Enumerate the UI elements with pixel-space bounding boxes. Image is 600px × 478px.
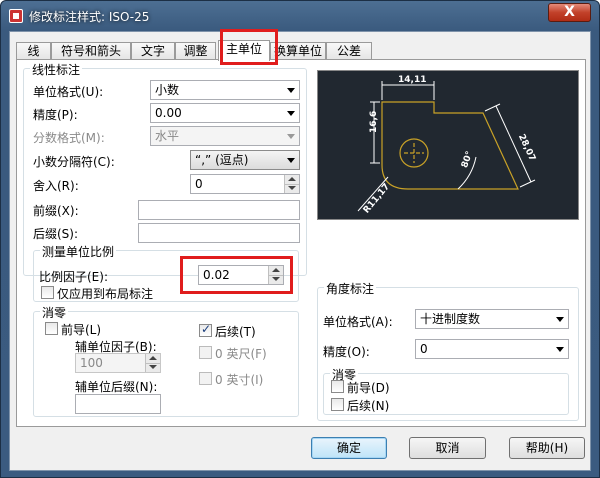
preview-dim-left: 16,6 — [369, 111, 379, 133]
fraction-format-dropdown[interactable]: 水平 — [150, 126, 300, 146]
scale-factor-label: 比例因子(E): — [39, 270, 108, 284]
trailing-zero-checkbox[interactable] — [199, 322, 212, 337]
chevron-down-icon — [287, 134, 295, 139]
angular-leading-label: 前导(D) — [347, 381, 390, 395]
round-off-label: 舍入(R): — [33, 179, 79, 193]
angular-unit-format-dropdown[interactable]: 十进制度数 — [415, 309, 569, 329]
prefix-input[interactable] — [138, 200, 300, 220]
tab-fit[interactable]: 调整 — [175, 42, 216, 60]
fraction-format-label: 分数格式(M): — [33, 131, 105, 145]
chevron-down-icon — [287, 88, 295, 93]
tab-alternate-units[interactable]: 换算单位 — [270, 42, 326, 60]
layout-only-label: 仅应用到布局标注 — [57, 287, 154, 301]
window-title: 修改标注样式: ISO-25 — [29, 10, 150, 24]
angular-unit-format-label: 单位格式(A): — [323, 315, 393, 329]
leading-zero-checkbox[interactable] — [45, 322, 58, 335]
cancel-button[interactable]: 取消 — [409, 437, 486, 459]
unit-format-dropdown[interactable]: 小数 — [150, 80, 300, 100]
angular-unit-format-value: 十进制度数 — [420, 312, 481, 326]
zero-feet-checkbox[interactable] — [199, 346, 212, 359]
chevron-down-icon — [556, 347, 564, 352]
close-button[interactable]: X — [548, 3, 591, 22]
unit-format-value: 小数 — [155, 83, 180, 97]
angular-precision-value: 0 — [420, 342, 428, 356]
precision-label: 精度(P): — [33, 108, 78, 122]
decimal-separator-dropdown[interactable]: “,” (逗点) — [190, 150, 300, 170]
primary-units-panel: 线性标注 单位格式(U): 小数 精度(P): 0.00 分数格式(M): 水平… — [16, 59, 586, 427]
sub-unit-factor-value: 100 — [80, 356, 103, 370]
sub-unit-suffix-input[interactable] — [75, 394, 161, 414]
suffix-input[interactable] — [138, 223, 300, 243]
angular-trailing-label: 后续(N) — [347, 399, 390, 413]
suffix-label: 后缀(S): — [33, 227, 79, 241]
precision-value: 0.00 — [155, 106, 182, 120]
dialog-body: 线 符号和箭头 文字 调整 主单位 换算单位 公差 线性标注 单位格式(U): … — [9, 29, 591, 471]
decimal-separator-label: 小数分隔符(C): — [33, 155, 115, 169]
chevron-down-icon — [287, 158, 295, 163]
preview-canvas: 14,11 16,6 28,07 80° R11,17 — [317, 70, 579, 220]
trailing-zero-label: 后续(T) — [215, 325, 256, 339]
preview-drawing: 14,11 16,6 28,07 80° R11,17 — [357, 75, 537, 216]
decimal-separator-value: “,” (逗点) — [195, 153, 249, 167]
angular-leading-checkbox[interactable] — [331, 380, 344, 393]
linear-group-title: 线性标注 — [30, 61, 83, 78]
chevron-down-icon — [556, 317, 564, 322]
leading-zero-label: 前导(L) — [61, 323, 102, 337]
sub-unit-suffix-label: 辅单位后缀(N): — [75, 380, 158, 394]
title-bar[interactable]: 修改标注样式: ISO-25 X — [1, 1, 599, 31]
angular-precision-dropdown[interactable]: 0 — [415, 339, 569, 359]
zero-feet-label: 0 英尺(F) — [215, 347, 267, 361]
tab-lines[interactable]: 线 — [16, 42, 51, 60]
angular-precision-label: 精度(O): — [323, 345, 370, 359]
round-off-value: 0 — [195, 177, 203, 191]
scale-factor-highlight-box — [180, 256, 293, 294]
fraction-format-value: 水平 — [155, 129, 180, 143]
ok-button[interactable]: 确定 — [311, 437, 387, 459]
tab-tolerances[interactable]: 公差 — [326, 42, 372, 60]
tab-highlight-box — [220, 29, 278, 65]
preview-geometry — [381, 101, 519, 190]
round-off-input[interactable]: 0 — [190, 174, 300, 194]
help-button[interactable]: 帮助(H) — [509, 437, 585, 459]
chevron-down-icon — [287, 111, 295, 116]
layout-only-checkbox[interactable] — [41, 286, 54, 299]
prefix-label: 前缀(X): — [33, 204, 79, 218]
zero-suppression-title: 消零 — [40, 304, 69, 321]
sub-unit-factor-input[interactable]: 100 — [75, 353, 161, 373]
preview-dim-right: 28,07 — [516, 133, 537, 163]
zero-inches-checkbox[interactable] — [199, 372, 212, 385]
precision-dropdown[interactable]: 0.00 — [150, 103, 300, 123]
preview-dim-top: 14,11 — [398, 75, 426, 85]
tab-symbols-arrows[interactable]: 符号和箭头 — [51, 42, 131, 60]
measurement-scale-title: 测量单位比例 — [40, 243, 117, 260]
angular-trailing-checkbox[interactable] — [331, 398, 344, 411]
dialog-window: 修改标注样式: ISO-25 X 线 符号和箭头 文字 调整 主单位 换算单位 … — [0, 0, 600, 478]
angular-group-title: 角度标注 — [324, 280, 377, 297]
tab-text[interactable]: 文字 — [131, 42, 175, 60]
zero-inches-label: 0 英寸(I) — [215, 373, 264, 387]
preview-dim-radius: R11,17 — [362, 182, 392, 216]
app-icon — [9, 9, 23, 23]
unit-format-label: 单位格式(U): — [33, 85, 104, 99]
